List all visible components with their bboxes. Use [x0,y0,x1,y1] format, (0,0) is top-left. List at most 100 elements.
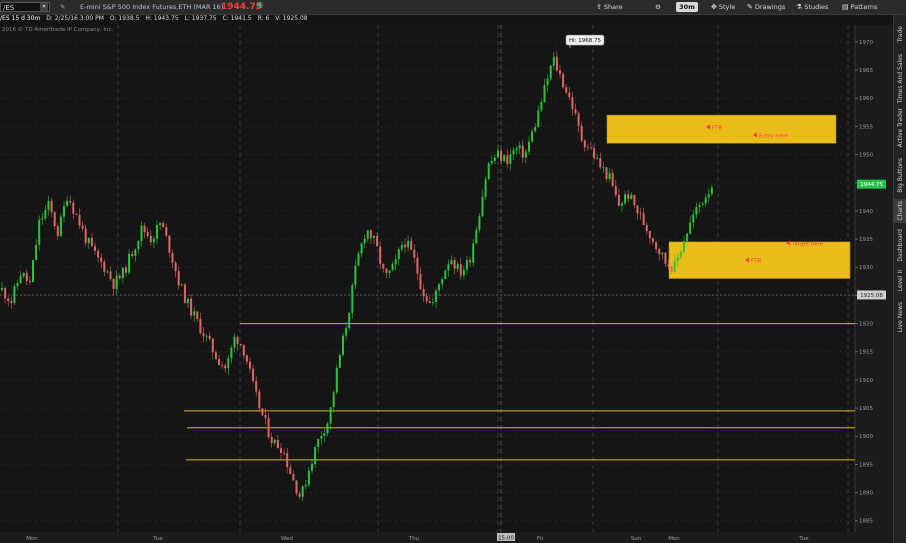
candle-body [280,448,282,453]
candle-body [224,365,227,369]
zone-label: Target here [791,242,824,248]
candle-body [472,243,475,263]
candle-body [143,225,146,233]
side-tab-bar: Trade Times And Sales Active Trader Big … [893,15,906,543]
candle-body [642,213,645,226]
candle-body [283,452,286,454]
candle-body [425,296,428,302]
candle-body [701,203,704,206]
candle-body [382,263,385,269]
candle-body [7,298,10,302]
candle-body [571,97,574,110]
tab-trade[interactable]: Trade [894,15,906,53]
candle-body [444,270,447,280]
tab-times-and-sales[interactable]: Times And Sales [894,54,906,103]
candle-body [599,158,602,168]
tab-charts[interactable]: Charts [894,199,906,223]
candle-body [379,246,382,264]
candle-body [10,301,13,303]
candle-body [366,230,369,239]
candle-body [50,200,53,213]
candle-body [320,435,323,439]
candle-body [32,260,34,283]
candle-body [555,57,558,71]
candle-body [404,244,406,248]
price-tick-label: 1900 [859,434,873,440]
candle-body [493,157,496,161]
candle-body [41,218,44,220]
candle-body [242,345,245,356]
current-price-label: 1944.75 [860,182,883,188]
candle-body [394,259,397,265]
candle-body [630,194,633,199]
price-tick-label: 1890 [859,491,873,497]
price-chart[interactable]: 1970196519601955195019451940193519301925… [0,0,893,543]
candle-body [121,267,124,279]
candle-body [165,226,168,236]
candle-body [221,364,224,366]
candle-body [199,319,202,334]
tab-big-buttons[interactable]: Big Buttons [894,153,906,197]
price-tick-label: 1955 [859,124,873,130]
candle-body [146,232,149,236]
candle-body [559,70,561,75]
candle-body [360,243,363,254]
candle-body [518,145,521,149]
candle-body [531,131,534,142]
candle-body [69,200,72,203]
candle-body [627,194,630,199]
candle-body [621,203,623,206]
candle-body [202,333,205,337]
candle-body [208,335,211,339]
candle-body [453,260,456,269]
tab-dashboard[interactable]: Dashboard [894,225,906,265]
time-tick-label: Tue [152,536,163,542]
tab-level-ii[interactable]: Level II [894,267,906,295]
candle-body [695,207,698,215]
candle-body [295,480,298,494]
candle-body [552,57,555,66]
candle-body [329,407,332,424]
tab-active-trader[interactable]: Active Trader [894,105,906,151]
price-tick-label: 1920 [859,322,873,328]
candle-body [583,140,586,148]
candle-body [447,264,450,271]
candle-body [664,252,667,264]
candle-body [112,278,115,289]
candle-body [590,147,592,149]
candle-body [97,250,100,258]
candle-body [335,367,338,393]
candle-body [608,173,611,179]
candle-body [171,252,174,263]
price-tick-label: 1940 [859,209,873,215]
candle-body [214,352,217,360]
candle-body [534,126,537,132]
tab-live-news[interactable]: Live News [894,297,906,337]
price-tick-label: 1930 [859,265,873,271]
candle-body [459,264,462,276]
candle-body [53,212,56,227]
time-tick-label: Mon [668,536,680,542]
candle-body [28,280,31,283]
candle-body [549,65,552,79]
candle-body [267,417,270,438]
candle-body [273,439,276,444]
candle-body [183,284,186,303]
candle-body [537,110,540,127]
candle-body [233,336,236,348]
candle-body [63,206,65,217]
time-tick-label: Sun [631,536,642,542]
candle-body [509,154,512,164]
candle-body [286,453,289,468]
candle-body [276,439,279,449]
candle-body [354,265,357,285]
candle-body [66,200,69,207]
candle-body [56,226,59,237]
candle-body [577,113,580,126]
candle-body [466,260,468,270]
candle-body [125,267,127,273]
time-axis [0,532,893,543]
candle-body [78,214,81,226]
candle-body [422,288,425,297]
candle-body [100,257,103,262]
